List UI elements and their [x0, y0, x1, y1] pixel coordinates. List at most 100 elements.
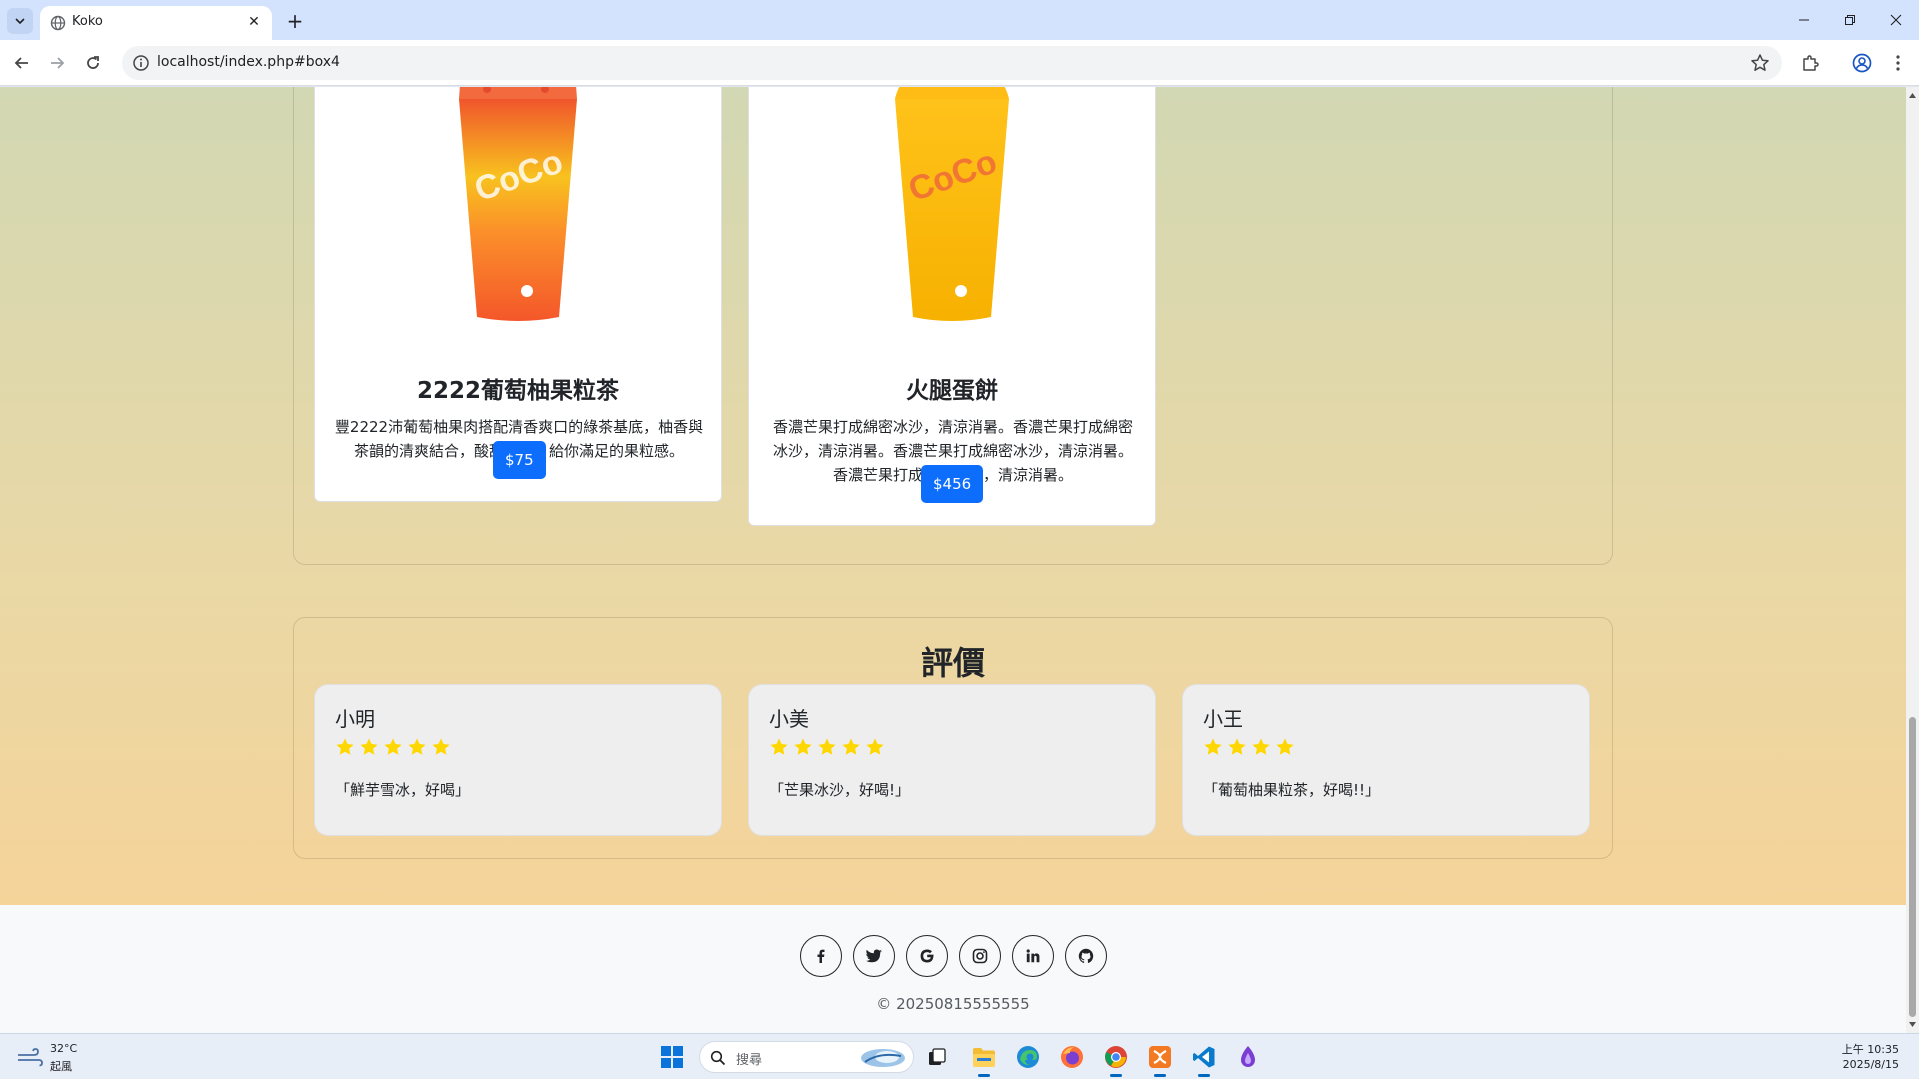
instagram-icon — [972, 948, 988, 964]
reviewer-name: 小美 — [769, 707, 809, 731]
taskbar-app-file-explorer[interactable] — [969, 1042, 999, 1077]
taskbar-app-chrome[interactable] — [1101, 1042, 1131, 1077]
taskbar-app-firefox[interactable] — [1057, 1042, 1087, 1072]
google-icon — [920, 949, 934, 963]
folder-icon — [973, 1048, 995, 1067]
reviews-section: 評價 小明 「鮮芋雪冰，好喝」 小美 「芒果冰沙，好喝!」 小王 「葡萄柚果粒茶… — [293, 617, 1613, 859]
xampp-icon — [1149, 1046, 1171, 1068]
linkedin-icon — [1026, 949, 1040, 963]
purple-app-icon — [1241, 1046, 1255, 1067]
star-icon — [1204, 738, 1222, 755]
scroll-down-arrow-icon[interactable] — [1908, 1020, 1917, 1029]
reviewer-name: 小王 — [1203, 707, 1243, 731]
star-rating — [1203, 737, 1295, 757]
taskbar-app-purple[interactable] — [1233, 1042, 1263, 1072]
windows-taskbar: 32°C 起風 搜尋 上午 10:35 2025/8/15 — [0, 1033, 1919, 1079]
url-text[interactable]: localhost/index.php#box4 — [157, 54, 340, 70]
browser-tab[interactable]: Koko ✕ — [40, 6, 272, 40]
google-button[interactable] — [906, 935, 948, 977]
new-tab-button[interactable]: + — [282, 8, 308, 34]
globe-icon — [50, 15, 66, 31]
reviewer-name: 小明 — [335, 707, 375, 731]
taskbar-search[interactable]: 搜尋 — [699, 1041, 914, 1073]
mango-smoothie-image: CoCo — [895, 87, 1009, 321]
tab-search-button[interactable] — [7, 8, 33, 34]
edge-browser-icon — [1017, 1046, 1039, 1068]
restore-button[interactable] — [1827, 0, 1873, 40]
profile-button[interactable] — [1851, 52, 1873, 74]
tab-title: Koko — [72, 14, 103, 29]
bookmark-star-icon[interactable] — [1750, 53, 1770, 73]
github-button[interactable] — [1065, 935, 1107, 977]
weather-temperature[interactable]: 32°C — [50, 1042, 77, 1055]
review-text: 「鮮芋雪冰，好喝」 — [335, 781, 471, 799]
reload-icon — [87, 56, 99, 69]
page-viewport: CoCo 2222葡萄柚果粒茶 豐2222沛葡萄柚果肉搭配清香爽口的綠茶基底，柚… — [0, 87, 1906, 1033]
review-text: 「芒果冰沙，好喝!」 — [769, 781, 911, 799]
star-icon — [384, 738, 402, 755]
star-icon — [818, 738, 836, 755]
instagram-button[interactable] — [959, 935, 1001, 977]
taskbar-app-task-view[interactable] — [922, 1042, 952, 1072]
products-section: CoCo 2222葡萄柚果粒茶 豐2222沛葡萄柚果肉搭配清香爽口的綠茶基底，柚… — [293, 87, 1613, 565]
taskbar-app-edge[interactable] — [1013, 1042, 1043, 1072]
star-rating — [769, 737, 885, 757]
copyright-text: © 20250815555555 — [876, 995, 1030, 1013]
wind-icon[interactable] — [16, 1047, 44, 1067]
product-card: CoCo 2222葡萄柚果粒茶 豐2222沛葡萄柚果肉搭配清香爽口的綠茶基底，柚… — [314, 87, 722, 502]
search-placeholder: 搜尋 — [736, 1053, 763, 1068]
price-button[interactable]: $456 — [921, 465, 984, 503]
twitter-button[interactable] — [853, 935, 895, 977]
reviews-title: 評價 — [920, 644, 985, 682]
reload-button[interactable] — [79, 49, 107, 77]
scroll-up-arrow-icon[interactable] — [1908, 91, 1917, 100]
extensions-button[interactable] — [1799, 52, 1821, 74]
review-card: 小美 「芒果冰沙，好喝!」 — [748, 684, 1156, 836]
info-icon[interactable] — [132, 54, 150, 72]
github-icon — [1078, 948, 1094, 963]
linkedin-button[interactable] — [1012, 935, 1054, 977]
review-card: 小王 「葡萄柚果粒茶，好喝!!」 — [1182, 684, 1590, 836]
tab-close-icon[interactable]: ✕ — [244, 12, 264, 32]
grapefruit-tea-image: CoCo — [459, 87, 577, 321]
chrome-icon — [1105, 1046, 1127, 1068]
browser-tab-bar: Koko ✕ + — [0, 0, 1919, 40]
review-text: 「葡萄柚果粒茶，好喝!!」 — [1203, 781, 1381, 799]
task-view-icon — [929, 1048, 946, 1065]
minimize-icon — [1799, 19, 1809, 21]
taskbar-app-vscode[interactable] — [1189, 1042, 1219, 1077]
star-icon — [842, 738, 860, 755]
weather-description[interactable]: 起風 — [50, 1058, 72, 1074]
browser-toolbar: localhost/index.php#box4 — [0, 40, 1919, 86]
search-highlight-image — [861, 1049, 905, 1067]
menu-button[interactable] — [1887, 52, 1909, 74]
back-button[interactable] — [8, 49, 36, 77]
star-icon — [794, 738, 812, 755]
account-icon — [1852, 53, 1872, 73]
clock-time[interactable]: 上午 10:35 — [1842, 1041, 1899, 1057]
star-icon — [770, 738, 788, 755]
minimize-button[interactable] — [1781, 0, 1827, 40]
star-icon — [1228, 738, 1246, 755]
arrow-right-icon — [51, 57, 65, 69]
clock-date[interactable]: 2025/8/15 — [1843, 1058, 1899, 1071]
address-bar[interactable]: localhost/index.php#box4 — [122, 46, 1782, 80]
close-window-button[interactable] — [1873, 0, 1919, 40]
firefox-icon — [1061, 1046, 1083, 1068]
forward-button[interactable] — [43, 49, 71, 77]
chevron-down-icon — [15, 18, 25, 25]
facebook-button[interactable] — [800, 935, 842, 977]
vscode-icon — [1193, 1046, 1215, 1068]
product-name: 火腿蛋餅 — [906, 378, 998, 404]
star-icon — [432, 738, 450, 755]
star-icon — [866, 738, 884, 755]
social-links — [800, 935, 1107, 977]
taskbar-app-xampp[interactable] — [1145, 1042, 1175, 1077]
price-button[interactable]: $75 — [493, 441, 546, 479]
facebook-icon — [817, 949, 825, 963]
arrow-left-icon — [14, 57, 28, 69]
page-scrollbar[interactable] — [1906, 87, 1919, 1033]
windows-start-icon[interactable] — [660, 1045, 684, 1069]
puzzle-icon — [1803, 55, 1819, 71]
scrollbar-thumb[interactable] — [1909, 717, 1916, 1017]
